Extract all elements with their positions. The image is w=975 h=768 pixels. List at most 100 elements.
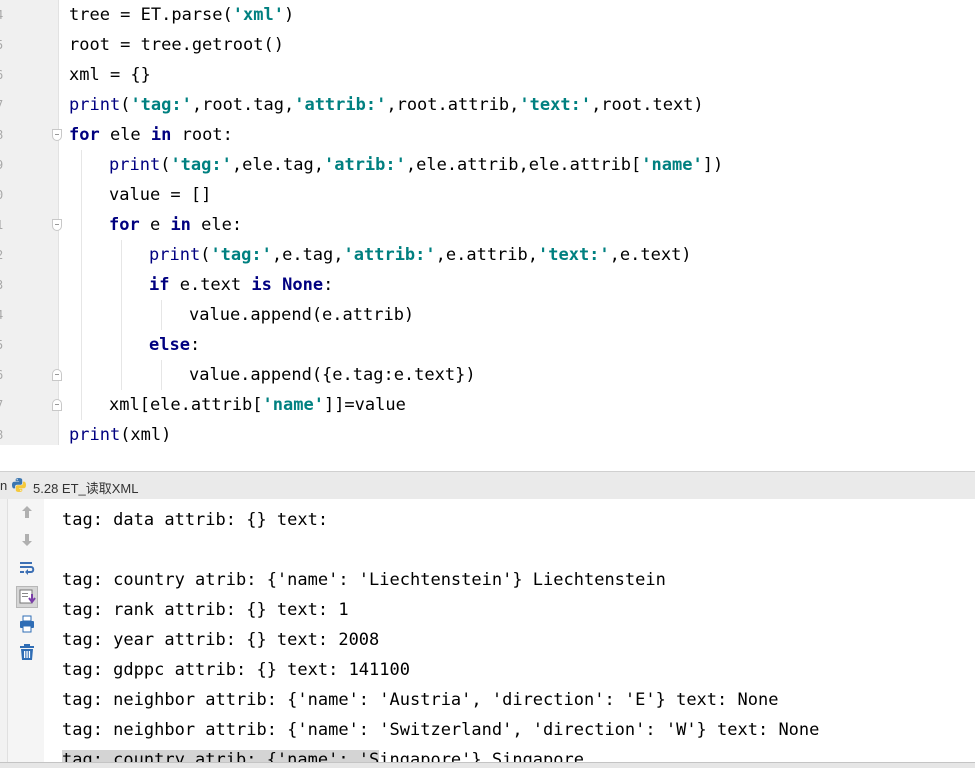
code-token: : [189, 335, 201, 355]
code-token: for [109, 215, 140, 235]
code-token: (xml) [120, 425, 172, 445]
code-token: ]]=value [323, 395, 406, 415]
code-token: print [69, 425, 121, 445]
code-token: ,root.tag, [191, 95, 295, 115]
print-icon[interactable] [17, 614, 37, 634]
code-token: 'text:' [538, 245, 610, 265]
up-arrow-icon[interactable] [17, 502, 37, 522]
code-token: root = tree.getroot() [69, 35, 284, 55]
code-line[interactable]: else: [149, 330, 200, 360]
line-number: 2 [0, 240, 6, 270]
code-line[interactable]: if e.text is None: [149, 270, 333, 300]
line-number: 5 [0, 30, 6, 60]
line-number: 7 [0, 390, 6, 420]
run-tool-window-header: n 5.28 ET_读取XML [0, 471, 975, 500]
line-number: 6 [0, 360, 6, 390]
output-line[interactable]: tag: rank attrib: {} text: 1 [62, 595, 349, 625]
indent-guide [81, 150, 82, 420]
line-number: 8 [0, 420, 6, 445]
output-line[interactable]: tag: country atrib: {'name': 'Liechtenst… [62, 565, 666, 595]
line-number: 3 [0, 270, 6, 300]
code-line[interactable]: xml[ele.attrib['name']]=value [109, 390, 406, 420]
output-line[interactable]: tag: gdppc attrib: {} text: 141100 [62, 655, 410, 685]
output-line[interactable]: tag: neighbor attrib: {'name': 'Austria'… [62, 685, 778, 715]
code-token: ( [200, 245, 211, 265]
code-token: tree = ET.parse( [69, 5, 233, 25]
code-line[interactable]: for ele in root: [69, 120, 233, 150]
code-token: ele [99, 125, 151, 145]
code-token: ( [120, 95, 131, 115]
fold-marker-icon[interactable] [52, 219, 62, 231]
code-line[interactable]: print('tag:',root.tag,'attrib:',root.att… [69, 90, 704, 120]
code-token: xml[ele.attrib[ [109, 395, 263, 415]
code-token: in [170, 215, 191, 235]
code-token: xml = {} [69, 65, 151, 85]
code-line[interactable]: print('tag:',ele.tag,'atrib:',ele.attrib… [109, 150, 723, 180]
line-number: 9 [0, 150, 6, 180]
code-line[interactable]: value.append({e.tag:e.text}) [189, 360, 476, 390]
code-token: e [139, 215, 171, 235]
bottom-status-edge [0, 762, 975, 768]
header-cut-label: n [0, 478, 8, 493]
code-line[interactable]: xml = {} [69, 60, 151, 90]
code-token: ele: [190, 215, 243, 235]
code-token: in [150, 125, 172, 145]
console-toolbar [8, 499, 44, 767]
code-token: 'tag:' [210, 245, 272, 265]
down-arrow-icon[interactable] [17, 530, 37, 550]
code-token: for [69, 125, 100, 145]
code-line[interactable]: value.append(e.attrib) [189, 300, 414, 330]
indent-guide [121, 240, 122, 390]
line-number: 1 [0, 210, 6, 240]
code-token: ( [160, 155, 171, 175]
code-line[interactable]: for e in ele: [109, 210, 242, 240]
code-token: is [251, 275, 272, 295]
line-number: 6 [0, 60, 6, 90]
code-token: value.append(e.attrib) [189, 305, 415, 325]
fold-marker-icon[interactable] [52, 369, 62, 381]
code-token: 'tag:' [170, 155, 232, 175]
run-config-title[interactable]: 5.28 ET_读取XML [33, 478, 139, 497]
code-line[interactable]: print('tag:',e.tag,'attrib:',e.attrib,'t… [149, 240, 692, 270]
code-token: value.append({e.tag:e.text}) [189, 365, 476, 385]
code-token: else [149, 335, 190, 355]
indent-guide [161, 360, 162, 390]
fold-marker-icon[interactable] [52, 399, 62, 411]
output-line[interactable]: tag: data attrib: {} text: [62, 505, 328, 535]
code-token: ]) [702, 155, 724, 175]
code-token: ,e.text) [609, 245, 692, 265]
trash-icon[interactable] [17, 642, 37, 662]
code-line[interactable]: tree = ET.parse('xml') [69, 0, 294, 30]
code-token: 'atrib:' [323, 155, 406, 175]
code-token: 'name' [641, 155, 703, 175]
code-token: root: [171, 125, 233, 145]
output-line[interactable]: tag: neighbor attrib: {'name': 'Switzerl… [62, 715, 819, 745]
code-line[interactable]: print(xml) [69, 420, 171, 445]
code-token: print [109, 155, 161, 175]
code-line[interactable]: value = [] [109, 180, 211, 210]
line-number: 4 [0, 0, 6, 30]
code-token: if [149, 275, 170, 295]
code-token: print [69, 95, 121, 115]
code-line[interactable]: root = tree.getroot() [69, 30, 284, 60]
python-icon [12, 478, 26, 492]
code-token: 'xml' [232, 5, 284, 25]
indent-guide [161, 300, 162, 330]
run-console[interactable]: tag: data attrib: {} text: tag: country a… [0, 499, 975, 767]
code-editor[interactable]: 456789012345678 tree = ET.parse('xml')ro… [0, 0, 975, 445]
output-line[interactable]: tag: year attrib: {} text: 2008 [62, 625, 379, 655]
code-token: 'name' [262, 395, 324, 415]
code-token: 'attrib:' [343, 245, 436, 265]
code-token: ,ele.tag, [231, 155, 324, 175]
code-token: ,ele.attrib,ele.attrib[ [405, 155, 642, 175]
code-token: value = [] [109, 185, 212, 205]
code-token: : [323, 275, 334, 295]
code-token: e.text [169, 275, 252, 295]
soft-wrap-icon[interactable] [17, 558, 37, 578]
fold-marker-icon[interactable] [52, 129, 62, 141]
code-token: ) [283, 5, 295, 25]
scroll-to-end-icon[interactable] [16, 586, 38, 608]
code-token: 'attrib:' [294, 95, 387, 115]
code-token: print [149, 245, 201, 265]
